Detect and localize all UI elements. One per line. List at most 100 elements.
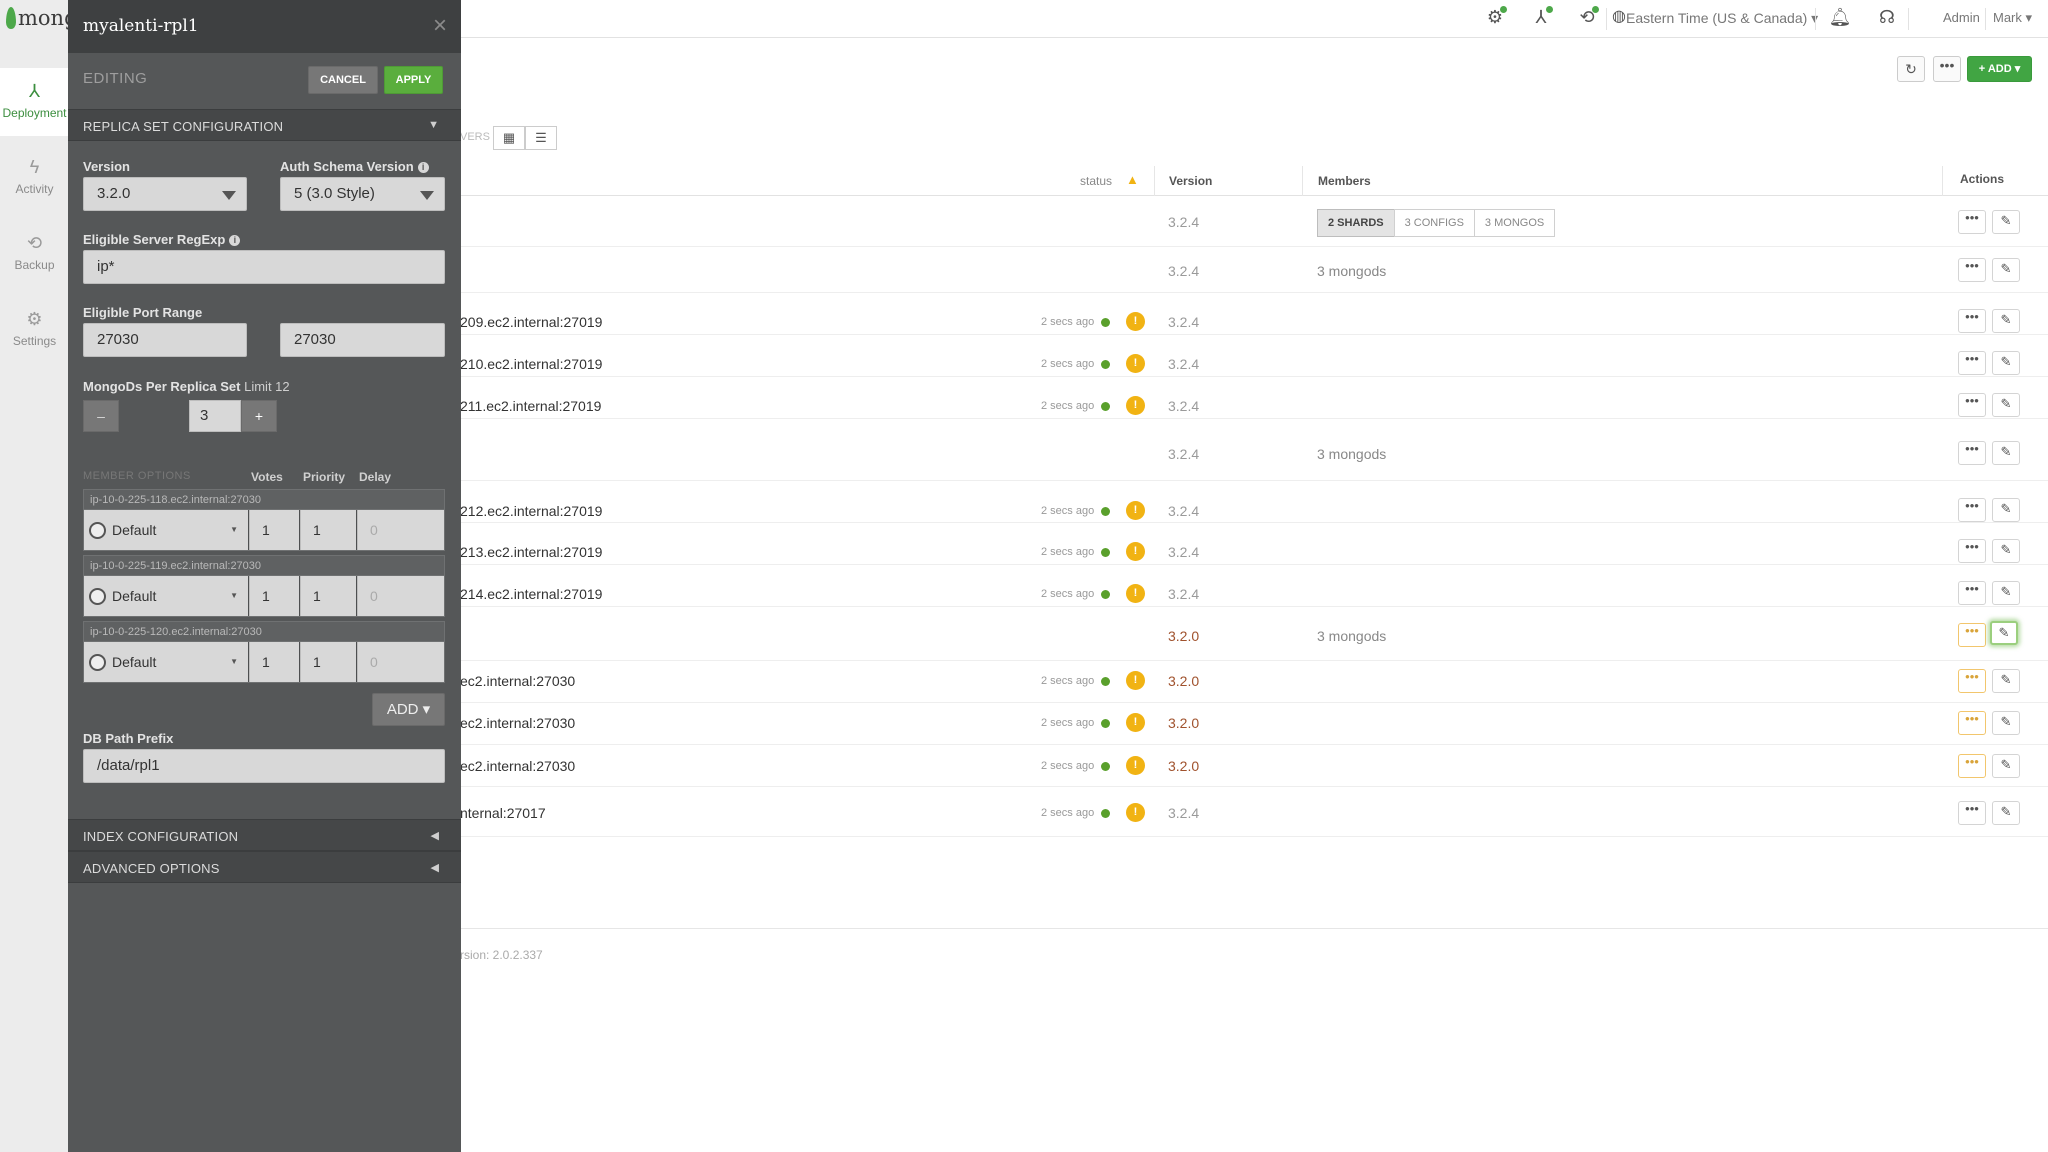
warning-badge[interactable]: ! [1126, 756, 1145, 775]
row-more-button[interactable]: ••• [1958, 393, 1986, 417]
support-icon[interactable]: ☊ [1874, 4, 1900, 30]
warning-badge[interactable]: ! [1126, 542, 1145, 561]
row-edit-button[interactable]: ✎ [1992, 754, 2020, 778]
votes-input[interactable]: 1 [249, 576, 299, 616]
member-type-select[interactable]: Default ▼ [84, 642, 248, 682]
grid-view-button[interactable]: ▦ [493, 126, 525, 150]
close-icon[interactable]: × [433, 14, 447, 38]
table-row[interactable]: nternal:27017 2 secs ago ! 3.2.4 ••• ✎ [460, 787, 2048, 837]
row-edit-button[interactable]: ✎ [1992, 539, 2020, 563]
monitoring-status-icon[interactable]: ⅄ [1528, 4, 1554, 30]
decrement-button[interactable]: – [83, 400, 119, 432]
port-range-from-input[interactable]: 27030 [83, 323, 247, 357]
row-more-button[interactable]: ••• [1958, 711, 1986, 735]
host-cell[interactable]: ec2.internal:27030 [460, 758, 575, 774]
row-more-button[interactable]: ••• [1958, 210, 1986, 234]
row-more-button[interactable]: ••• [1958, 441, 1986, 465]
apply-button[interactable]: APPLY [384, 66, 443, 94]
row-more-button[interactable]: ••• [1958, 351, 1986, 375]
row-edit-button[interactable]: ✎ [1992, 351, 2020, 375]
table-row[interactable]: ec2.internal:27030 2 secs ago ! 3.2.0 ••… [460, 661, 2048, 703]
row-edit-button[interactable]: ✎ [1992, 498, 2020, 522]
row-edit-button[interactable]: ✎ [1992, 669, 2020, 693]
advanced-options-section[interactable]: ADVANCED OPTIONS ◀ [68, 851, 461, 883]
host-cell[interactable]: 214.ec2.internal:27019 [460, 586, 602, 602]
delay-input[interactable]: 0 [357, 642, 444, 682]
list-view-button[interactable]: ☰ [525, 126, 557, 150]
row-edit-button[interactable]: ✎ [1992, 581, 2020, 605]
host-cell[interactable]: ec2.internal:27030 [460, 673, 575, 689]
add-member-button[interactable]: ADD ▾ [372, 693, 445, 726]
radio-button[interactable] [89, 588, 106, 605]
index-config-section[interactable]: INDEX CONFIGURATION ◀ [68, 819, 461, 851]
radio-button[interactable] [89, 522, 106, 539]
priority-input[interactable]: 1 [300, 642, 356, 682]
priority-input[interactable]: 1 [300, 510, 356, 550]
version-header[interactable]: Version [1169, 174, 1212, 188]
host-cell[interactable]: 211.ec2.internal:27019 [460, 398, 601, 414]
table-row[interactable]: ec2.internal:27030 2 secs ago ! 3.2.0 ••… [460, 745, 2048, 787]
warning-badge[interactable]: ! [1126, 396, 1145, 415]
admin-link[interactable]: Admin [1943, 10, 1980, 25]
timezone-dropdown[interactable]: Eastern Time (US & Canada) ▾ [1626, 10, 1818, 27]
nav-item-deployment[interactable]: ⅄ Deployment [0, 68, 69, 136]
nav-item-activity[interactable]: ϟ Activity [0, 156, 69, 196]
table-row[interactable]: 3.2.4 3 mongods ••• ✎ [460, 419, 2048, 481]
info-icon[interactable]: i [229, 235, 241, 246]
row-edit-button[interactable]: ✎ [1992, 801, 2020, 825]
row-edit-button[interactable]: ✎ [1992, 711, 2020, 735]
warning-badge[interactable]: ! [1126, 803, 1145, 822]
row-edit-button[interactable]: ✎ [1992, 210, 2020, 234]
row-edit-button[interactable]: ✎ [1992, 309, 2020, 333]
votes-input[interactable]: 1 [249, 642, 299, 682]
regexp-input[interactable]: ip* [83, 250, 445, 284]
backup-status-icon[interactable]: ⟲ [1574, 4, 1600, 30]
increment-button[interactable]: + [241, 400, 277, 432]
add-button[interactable]: + ADD ▾ [1967, 56, 2032, 82]
warning-badge[interactable]: ! [1126, 501, 1145, 520]
row-more-button[interactable]: ••• [1958, 581, 1986, 605]
row-edit-button[interactable]: ✎ [1990, 621, 2018, 645]
db-path-input[interactable]: /data/rpl1 [83, 749, 445, 783]
refresh-button[interactable]: ↻ [1897, 56, 1925, 82]
host-cell[interactable]: ec2.internal:27030 [460, 715, 575, 731]
row-edit-button[interactable]: ✎ [1992, 258, 2020, 282]
table-row[interactable]: 213.ec2.internal:27019 2 secs ago ! 3.2.… [460, 523, 2048, 565]
configs-segment[interactable]: 3 CONFIGS [1393, 209, 1475, 237]
warning-badge[interactable]: ! [1126, 312, 1145, 331]
row-more-button[interactable]: ••• [1958, 539, 1986, 563]
mongodb-logo[interactable]: mong [6, 4, 78, 32]
table-row[interactable]: 3.2.4 2 SHARDS 3 CONFIGS 3 MONGOS ••• ✎ [460, 197, 2048, 247]
member-type-select[interactable]: Default ▼ [84, 510, 248, 550]
member-type-select[interactable]: Default ▼ [84, 576, 248, 616]
nav-item-settings[interactable]: ⚙ Settings [0, 308, 69, 348]
warning-badge[interactable]: ! [1126, 713, 1145, 732]
row-more-button[interactable]: ••• [1958, 498, 1986, 522]
shards-segment[interactable]: 2 SHARDS [1317, 209, 1395, 237]
row-more-button[interactable]: ••• [1958, 801, 1986, 825]
bell-icon[interactable]: 🔔︎ [1827, 4, 1853, 30]
row-more-button[interactable]: ••• [1958, 309, 1986, 333]
row-more-button[interactable]: ••• [1958, 669, 1986, 693]
table-row[interactable]: 211.ec2.internal:27019 2 secs ago ! 3.2.… [460, 377, 2048, 419]
host-cell[interactable]: 213.ec2.internal:27019 [460, 544, 602, 560]
server-status-icon[interactable]: ⚙ [1482, 4, 1508, 30]
table-row[interactable]: ec2.internal:27030 2 secs ago ! 3.2.0 ••… [460, 703, 2048, 745]
replica-set-config-section[interactable]: REPLICA SET CONFIGURATION ▼ [68, 109, 461, 141]
warning-badge[interactable]: ! [1126, 671, 1145, 690]
row-more-button[interactable]: ••• [1958, 258, 1986, 282]
priority-input[interactable]: 1 [300, 576, 356, 616]
host-cell[interactable]: nternal:27017 [460, 805, 546, 821]
nav-item-backup[interactable]: ⟲ Backup [0, 232, 69, 272]
user-menu[interactable]: Mark ▾ [1993, 10, 2032, 26]
row-more-button[interactable]: ••• [1958, 623, 1986, 647]
radio-button[interactable] [89, 654, 106, 671]
warning-badge[interactable]: ! [1126, 584, 1145, 603]
table-row[interactable]: 3.2.0 3 mongods ••• ✎ [460, 607, 2048, 661]
host-cell[interactable]: 212.ec2.internal:27019 [460, 503, 602, 519]
table-row[interactable]: 212.ec2.internal:27019 2 secs ago ! 3.2.… [460, 481, 2048, 523]
delay-input[interactable]: 0 [357, 576, 444, 616]
status-header[interactable]: status [1080, 174, 1112, 188]
row-edit-button[interactable]: ✎ [1992, 441, 2020, 465]
host-cell[interactable]: 210.ec2.internal:27019 [460, 356, 602, 372]
